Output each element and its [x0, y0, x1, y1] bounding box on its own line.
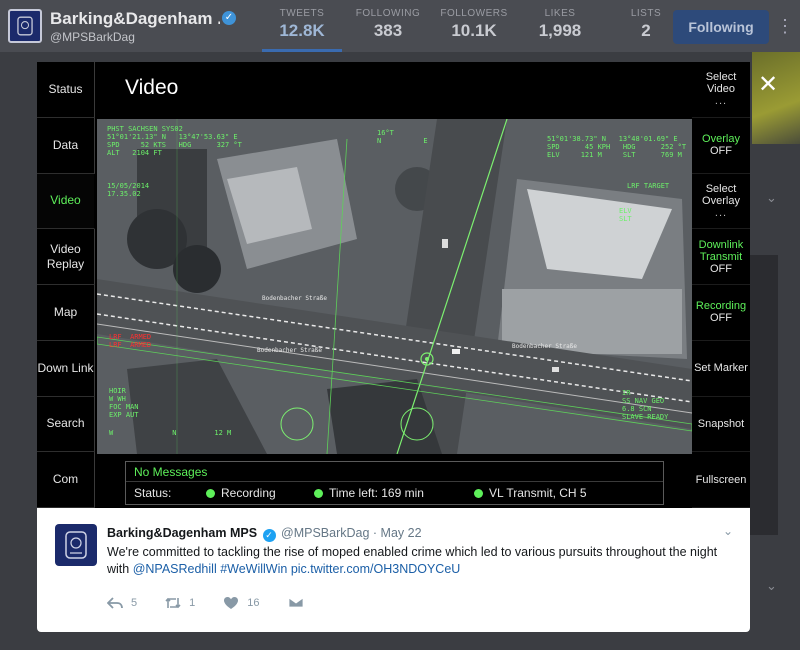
hud-lrf-target: LRF TARGET [627, 182, 670, 190]
more-icon[interactable]: ⋮ [776, 14, 794, 38]
hud-aircraft-position: PHST SACHSEN SYS02 51°01'21.13" N 13°47'… [107, 125, 242, 157]
screen-title: Video [125, 76, 179, 99]
snapshot-button[interactable]: Snapshot [692, 397, 750, 453]
status-time-left: Time left: 169 min [314, 482, 474, 504]
hud-nav-status: IR SS NAV GEO 6.8 SCN SLAVE READY [622, 389, 669, 421]
mention-link[interactable]: @NPASRedhill [133, 562, 217, 576]
profile-header: Barking&Dagenham ... ✓ @MPSBarkDag TWEET… [0, 0, 800, 52]
menu-item-search[interactable]: Search [37, 396, 95, 453]
retweet-button[interactable]: 1 [165, 596, 195, 610]
set-marker-button[interactable]: Set Marker [692, 341, 750, 397]
direct-message-icon [288, 597, 303, 608]
hud-camera-mode: HOIR W WH FOC MAN EXP AUT [109, 387, 139, 419]
street-label: Bodenbacher Straße [512, 343, 578, 350]
downlink-transmit-toggle[interactable]: Downlink Transmit OFF [692, 229, 750, 285]
status-row: Status: Recording Time left: 169 min VL … [126, 482, 663, 504]
tweet-avatar[interactable] [55, 524, 97, 566]
hud-datetime: 15/05/2014 17.35.02 [107, 182, 150, 198]
select-overlay-button[interactable]: Select Overlay ... [692, 174, 750, 230]
menu-item-video-replay[interactable]: Video Replay [37, 229, 95, 285]
chevron-down-icon[interactable]: ⌄ [766, 578, 777, 594]
like-button[interactable]: 16 [223, 596, 260, 610]
camera-control-screen: Status Data Video Video Replay Map Down … [37, 62, 750, 508]
status-recording: Recording [206, 482, 314, 504]
tweet-card[interactable]: Barking&Dagenham MPS ✓ @MPSBarkDag · May… [37, 508, 750, 632]
following-button[interactable]: Following [673, 10, 769, 44]
chevron-down-icon[interactable]: ⌄ [766, 190, 777, 206]
tweet-header: Barking&Dagenham MPS ✓ @MPSBarkDag · May… [107, 526, 422, 542]
tweet-author-handle[interactable]: @MPSBarkDag [281, 526, 369, 540]
hud-target-position: 51°01'38.73" N 13°48'01.69" E SPD 45 KPH… [547, 135, 687, 159]
menu-item-status[interactable]: Status [37, 62, 95, 118]
verified-icon: ✓ [222, 11, 236, 25]
status-label: Status: [134, 486, 172, 500]
recording-toggle[interactable]: Recording OFF [692, 285, 750, 341]
chevron-down-icon[interactable]: ⌄ [723, 524, 733, 538]
tweet-author-name[interactable]: Barking&Dagenham MPS [107, 526, 257, 540]
stat-tweets[interactable]: TWEETS 12.8K [262, 8, 342, 52]
profile-stats: TWEETS 12.8K FOLLOWING 383 FOLLOWERS 10.… [262, 8, 692, 52]
status-dot-icon [314, 489, 323, 498]
messages-line: No Messages [126, 462, 663, 482]
hud-elevation: ELV SLT [619, 207, 632, 223]
reply-icon [107, 597, 123, 609]
hud-lrf-armed: LRF ARMED LRF ARMED [109, 333, 152, 349]
street-label: Bodenbacher Straße [257, 347, 323, 354]
fullscreen-button[interactable]: Fullscreen [692, 452, 750, 508]
background-photo [752, 52, 800, 144]
aerial-thermal-image [97, 119, 692, 454]
menu-item-video[interactable]: Video [37, 173, 95, 230]
tweet-text: We're committed to tackling the rise of … [107, 545, 718, 576]
menu-item-map[interactable]: Map [37, 285, 95, 341]
menu-item-com[interactable]: Com [37, 452, 95, 508]
status-vl-transmit: VL Transmit, CH 5 [474, 482, 587, 504]
police-crest-icon [17, 16, 33, 36]
reply-button[interactable]: 5 [107, 596, 137, 610]
right-menu: Select Video ... Overlay OFF Select Over… [692, 62, 750, 508]
tweet-actions: 5 1 16 [107, 596, 340, 610]
hud-compass: 16°T N E [377, 129, 428, 145]
street-label: Bodenbacher Straße [262, 295, 328, 302]
background-sidebar [748, 255, 778, 535]
direct-message-button[interactable] [288, 596, 312, 610]
retweet-icon [165, 597, 181, 609]
like-icon [224, 597, 239, 609]
close-icon[interactable]: ✕ [758, 70, 778, 98]
left-menu: Status Data Video Video Replay Map Down … [37, 62, 95, 508]
video-feed[interactable]: PHST SACHSEN SYS02 51°01'21.13" N 13°47'… [97, 119, 692, 454]
hud-scale: W N 12 M [109, 429, 232, 437]
stat-followers[interactable]: FOLLOWERS 10.1K [434, 8, 514, 52]
status-dot-icon [206, 489, 215, 498]
status-dot-icon [474, 489, 483, 498]
verified-icon: ✓ [262, 529, 276, 542]
stat-following[interactable]: FOLLOWING 383 [348, 8, 428, 52]
media-link[interactable]: pic.twitter.com/OH3NDOYCeU [291, 562, 460, 576]
stat-likes[interactable]: LIKES 1,998 [520, 8, 600, 52]
select-video-button[interactable]: Select Video ... [692, 62, 750, 118]
profile-avatar[interactable] [8, 9, 42, 43]
hashtag-link[interactable]: #WeWillWin [220, 562, 287, 576]
menu-item-data[interactable]: Data [37, 117, 95, 174]
profile-handle[interactable]: @MPSBarkDag [50, 30, 135, 44]
overlay-toggle[interactable]: Overlay OFF [692, 118, 750, 174]
profile-name[interactable]: Barking&Dagenham ... [50, 9, 220, 29]
menu-item-down-link[interactable]: Down Link [37, 340, 95, 397]
status-panel: No Messages Status: Recording Time left:… [125, 461, 664, 505]
police-crest-icon [65, 531, 87, 559]
tweet-date[interactable]: · May 22 [373, 526, 422, 540]
